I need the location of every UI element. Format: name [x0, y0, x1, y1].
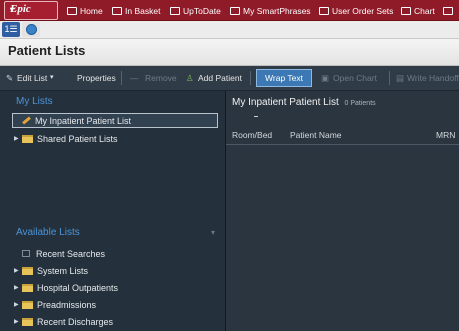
globe-icon	[26, 24, 37, 35]
list-tab[interactable]: 1☰	[2, 22, 20, 37]
uptodate-button[interactable]: UpToDate	[170, 4, 221, 17]
folder-icon	[22, 266, 33, 275]
list-item-label: Hospital Outpatients	[37, 282, 119, 293]
pencil-icon: ✎	[6, 73, 14, 83]
in-basket-label: In Basket	[125, 5, 161, 16]
expand-arrow-icon[interactable]: ▶	[14, 301, 22, 308]
user-order-sets-button[interactable]: User Order Sets	[319, 4, 393, 17]
open-chart-icon: ▣	[321, 73, 330, 83]
activity-title-bar: Patient Lists	[0, 39, 459, 66]
uptodate-label: UpToDate	[183, 5, 221, 16]
toolbar-separator	[121, 71, 122, 85]
epic-menu-button[interactable]: Epic ▾	[4, 1, 58, 20]
list-icon: 1☰	[4, 24, 18, 34]
chart-label: Chart	[414, 5, 435, 16]
folder-icon	[22, 134, 33, 143]
search-icon	[22, 250, 30, 257]
home-icon	[67, 6, 77, 15]
column-room-bed[interactable]: Room/Bed	[232, 130, 272, 140]
write-handoff-button[interactable]: Write Handoff	[407, 70, 459, 86]
patient-list-panel: My Inpatient Patient List 0 Patients Roo…	[226, 91, 459, 331]
smartphrase-icon	[230, 6, 240, 15]
activity-tab-row: 1☰	[0, 21, 459, 39]
order-sets-icon	[319, 6, 329, 15]
add-patient-button[interactable]: Add Patient	[198, 70, 242, 86]
list-item-system-lists[interactable]: ▶ System Lists	[14, 264, 88, 277]
chevron-down-icon: ▾	[50, 74, 54, 81]
page-title: Patient Lists	[8, 43, 86, 58]
folder-icon	[443, 6, 453, 15]
my-smartphrases-button[interactable]: My SmartPhrases	[230, 4, 311, 17]
column-patient-name[interactable]: Patient Name	[290, 130, 342, 140]
chevron-down-icon[interactable]: ▾	[211, 228, 215, 237]
list-item-hospital-outpatients[interactable]: ▶ Hospital Outpatients	[14, 281, 118, 294]
list-item-my-inpatient[interactable]: My Inpatient Patient List	[14, 114, 131, 127]
expand-arrow-icon[interactable]: ▶	[14, 267, 22, 274]
uptodate-icon	[170, 6, 180, 15]
my-smartphrases-label: My SmartPhrases	[243, 5, 311, 16]
patient-list-title: My Inpatient Patient List 0 Patients	[232, 97, 376, 108]
folder-icon	[22, 283, 33, 292]
list-item-shared-patient-lists[interactable]: ▶ Shared Patient Lists	[14, 132, 118, 145]
sort-marker	[254, 116, 258, 117]
list-item-recent-searches[interactable]: Recent Searches	[14, 247, 105, 260]
list-item-label: Shared Patient Lists	[37, 133, 118, 144]
folder-icon	[401, 6, 411, 15]
list-item-label: Recent Searches	[36, 248, 106, 259]
properties-button[interactable]: Properties	[77, 70, 116, 86]
toolbar-separator	[389, 71, 390, 85]
list-item-label: Preadmissions	[37, 299, 97, 310]
write-handoff-icon: ▤	[396, 73, 405, 83]
more-menu-item[interactable]	[443, 4, 456, 17]
folder-icon	[22, 317, 33, 326]
list-item-preadmissions[interactable]: ▶ Preadmissions	[14, 298, 96, 311]
home-button[interactable]: Home	[67, 4, 103, 17]
column-header-divider	[226, 144, 459, 145]
in-basket-button[interactable]: In Basket	[112, 4, 160, 17]
pencil-icon	[22, 116, 31, 125]
available-lists-header: Available Lists	[16, 227, 80, 238]
top-menu-bar: Epic ▾ Home In Basket UpToDate My SmartP…	[0, 0, 459, 21]
patient-count: 0 Patients	[344, 100, 376, 107]
inbox-icon	[112, 6, 122, 15]
user-order-sets-label: User Order Sets	[332, 5, 394, 16]
remove-icon: —	[130, 73, 139, 83]
folder-icon	[22, 300, 33, 309]
toolbar: ✎ Edit List ▾ Properties — Remove ♙ Add …	[0, 66, 459, 91]
chart-button[interactable]: Chart	[401, 4, 435, 17]
wrap-text-button[interactable]: Wrap Text	[256, 69, 312, 87]
list-item-label: My Inpatient Patient List	[35, 115, 132, 126]
chevron-down-icon: ▾	[10, 5, 15, 14]
edit-list-button[interactable]: Edit List	[17, 70, 47, 86]
toolbar-separator	[250, 71, 251, 85]
remove-button[interactable]: Remove	[145, 70, 177, 86]
open-chart-button[interactable]: Open Chart	[333, 70, 377, 86]
column-mrn[interactable]: MRN	[436, 130, 455, 140]
list-item-label: System Lists	[37, 265, 89, 276]
add-patient-icon: ♙	[186, 73, 194, 83]
patient-list-name: My Inpatient Patient List	[232, 97, 339, 108]
list-item-label: Recent Discharges	[37, 316, 114, 327]
expand-arrow-icon[interactable]: ▶	[14, 318, 22, 325]
expand-arrow-icon[interactable]: ▶	[14, 135, 22, 142]
expand-arrow-icon[interactable]: ▶	[14, 284, 22, 291]
my-lists-header: My Lists	[16, 96, 53, 107]
globe-tab[interactable]	[22, 22, 40, 37]
list-item-recent-discharges[interactable]: ▶ Recent Discharges	[14, 315, 113, 328]
home-label: Home	[80, 5, 103, 16]
